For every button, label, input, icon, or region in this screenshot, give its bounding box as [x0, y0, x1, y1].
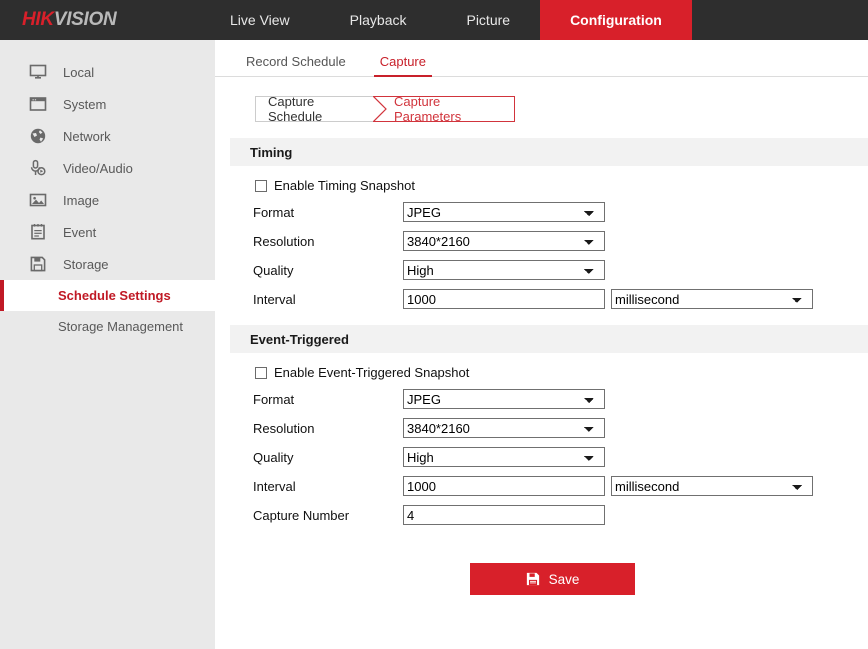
- content-panel: Record Schedule Capture Capture Schedule…: [215, 40, 868, 649]
- event-interval-input[interactable]: [403, 476, 605, 496]
- enable-event-triggered-snapshot-row: Enable Event-Triggered Snapshot: [255, 365, 868, 380]
- save-button-wrapper: Save: [470, 563, 868, 595]
- tab-live-view[interactable]: Live View: [200, 0, 320, 40]
- sidebar-item-label: Local: [63, 65, 94, 80]
- sidebar-item-label: System: [63, 97, 106, 112]
- sidebar-item-label: Network: [63, 129, 111, 144]
- event-capture-number-label: Capture Number: [253, 508, 403, 523]
- section-header-event-triggered: Event-Triggered: [230, 325, 868, 353]
- timing-interval-input[interactable]: [403, 289, 605, 309]
- sidebar-item-storage-management[interactable]: Storage Management: [0, 311, 215, 342]
- timing-format-select[interactable]: JPEG: [403, 202, 605, 222]
- globe-icon: [27, 125, 49, 147]
- enable-timing-snapshot-checkbox[interactable]: [255, 180, 267, 192]
- microphone-icon: [27, 157, 49, 179]
- event-interval-label: Interval: [253, 479, 403, 494]
- sidebar-item-label: Video/Audio: [63, 161, 133, 176]
- save-button-label: Save: [549, 572, 580, 587]
- event-quality-label: Quality: [253, 450, 403, 465]
- timing-interval-row: Interval millisecond: [253, 289, 868, 309]
- tab-picture[interactable]: Picture: [436, 0, 540, 40]
- breadcrumb-label: Capture Parameters: [394, 94, 502, 124]
- chevron-right-icon: [373, 96, 387, 122]
- save-button[interactable]: Save: [470, 563, 635, 595]
- clipboard-icon: [27, 221, 49, 243]
- sub-tab-bar: Record Schedule Capture: [215, 40, 868, 77]
- main-tabs: Live View Playback Picture Configuration: [200, 0, 692, 40]
- sidebar-item-schedule-settings[interactable]: Schedule Settings: [0, 280, 215, 311]
- sidebar-subitem-label: Storage Management: [58, 319, 183, 334]
- tab-playback[interactable]: Playback: [320, 0, 437, 40]
- timing-resolution-row: Resolution 3840*2160: [253, 231, 868, 251]
- sidebar-item-label: Storage: [63, 257, 109, 272]
- enable-event-triggered-snapshot-label: Enable Event-Triggered Snapshot: [274, 365, 469, 380]
- event-quality-select[interactable]: High: [403, 447, 605, 467]
- logo-text-vision: VISION: [54, 9, 117, 31]
- timing-quality-row: Quality High: [253, 260, 868, 280]
- event-resolution-row: Resolution 3840*2160: [253, 418, 868, 438]
- breadcrumb: Capture Schedule Capture Parameters: [255, 96, 515, 122]
- event-interval-unit-select[interactable]: millisecond: [611, 476, 813, 496]
- event-format-row: Format JPEG: [253, 389, 868, 409]
- enable-timing-snapshot-row: Enable Timing Snapshot: [255, 178, 868, 193]
- tab-capture-parameters[interactable]: Capture Parameters: [374, 96, 515, 122]
- event-format-label: Format: [253, 392, 403, 407]
- event-format-select[interactable]: JPEG: [403, 389, 605, 409]
- enable-timing-snapshot-label: Enable Timing Snapshot: [274, 178, 415, 193]
- monitor-icon: [27, 61, 49, 83]
- enable-event-triggered-snapshot-checkbox[interactable]: [255, 367, 267, 379]
- event-quality-row: Quality High: [253, 447, 868, 467]
- sidebar-item-label: Image: [63, 193, 99, 208]
- timing-resolution-select[interactable]: 3840*2160: [403, 231, 605, 251]
- sidebar-item-storage[interactable]: Storage: [0, 248, 215, 280]
- section-title: Timing: [250, 145, 292, 160]
- tab-capture-schedule[interactable]: Capture Schedule: [255, 96, 386, 122]
- logo-text-hik: HIK: [22, 9, 54, 31]
- top-navigation-bar: HIKVISION Live View Playback Picture Con…: [0, 0, 868, 40]
- sidebar-item-event[interactable]: Event: [0, 216, 215, 248]
- event-capture-number-input[interactable]: [403, 505, 605, 525]
- timing-format-label: Format: [253, 205, 403, 220]
- breadcrumb-label: Capture Schedule: [268, 94, 364, 124]
- timing-quality-label: Quality: [253, 263, 403, 278]
- sidebar-item-system[interactable]: System: [0, 88, 215, 120]
- timing-interval-unit-select[interactable]: millisecond: [611, 289, 813, 309]
- floppy-icon: [27, 253, 49, 275]
- event-resolution-select[interactable]: 3840*2160: [403, 418, 605, 438]
- sidebar: Local System Network Video/Audio Image E…: [0, 40, 215, 649]
- timing-format-row: Format JPEG: [253, 202, 868, 222]
- sidebar-item-label: Event: [63, 225, 96, 240]
- section-title: Event-Triggered: [250, 332, 349, 347]
- section-header-timing: Timing: [230, 138, 868, 166]
- picture-icon: [27, 189, 49, 211]
- sidebar-item-local[interactable]: Local: [0, 56, 215, 88]
- event-interval-row: Interval millisecond: [253, 476, 868, 496]
- timing-resolution-label: Resolution: [253, 234, 403, 249]
- tab-configuration[interactable]: Configuration: [540, 0, 692, 40]
- floppy-disk-icon: [526, 572, 540, 586]
- timing-quality-select[interactable]: High: [403, 260, 605, 280]
- tab-capture[interactable]: Capture: [374, 54, 432, 76]
- window-icon: [27, 93, 49, 115]
- sidebar-item-network[interactable]: Network: [0, 120, 215, 152]
- event-capture-number-row: Capture Number: [253, 505, 868, 525]
- event-resolution-label: Resolution: [253, 421, 403, 436]
- sidebar-item-image[interactable]: Image: [0, 184, 215, 216]
- sidebar-subitem-label: Schedule Settings: [58, 288, 171, 303]
- tab-record-schedule[interactable]: Record Schedule: [240, 54, 352, 76]
- timing-interval-label: Interval: [253, 292, 403, 307]
- hikvision-logo: HIKVISION: [0, 0, 200, 40]
- sidebar-item-video-audio[interactable]: Video/Audio: [0, 152, 215, 184]
